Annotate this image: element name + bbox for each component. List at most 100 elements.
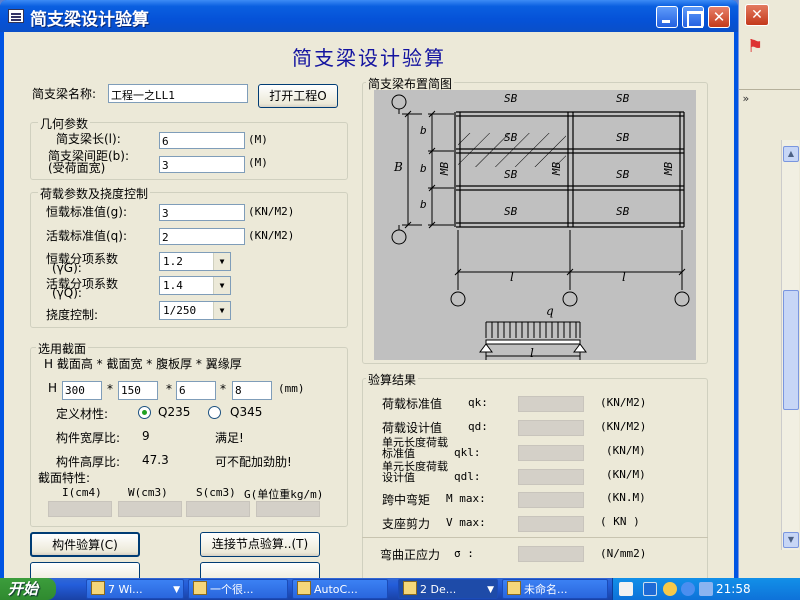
result-sym-mmax: M max:: [446, 492, 486, 505]
section-props-title: 截面特性:: [38, 471, 91, 485]
result-label-mmax: 跨中弯矩: [382, 493, 431, 507]
web-input[interactable]: 6: [176, 381, 216, 400]
chevron-down-icon[interactable]: ▼: [213, 277, 230, 294]
sb-label-2: SB: [616, 92, 630, 105]
b-dim-3: b: [420, 198, 427, 211]
width-input[interactable]: 150: [118, 381, 158, 400]
width-thickness-status: 满足!: [215, 431, 244, 445]
mb-label-3: MB: [662, 161, 676, 176]
chevron-down-icon: ▼: [487, 585, 494, 595]
result-sym-qkl: qkl:: [454, 446, 481, 459]
scroll-thumb[interactable]: [783, 290, 799, 410]
chevron-down-icon[interactable]: ▼: [213, 253, 230, 270]
beam-name-input[interactable]: 工程一之LL1: [108, 84, 248, 103]
result-output-vmax: [518, 516, 584, 532]
scroll-down-icon[interactable]: ▼: [783, 532, 799, 548]
folder-icon: [91, 581, 105, 595]
extra-button-1[interactable]: [30, 562, 140, 578]
span-unit: (M): [248, 133, 268, 146]
height-input[interactable]: 300: [62, 381, 102, 400]
b-dim-2: b: [420, 162, 427, 175]
b-dim-1: b: [420, 124, 427, 137]
task-item-3[interactable]: AutoC...: [292, 579, 388, 599]
system-tray: [612, 578, 800, 600]
task-item-5[interactable]: 未命名...: [502, 579, 608, 599]
title-bar[interactable]: 简支梁设计验算: [0, 0, 738, 32]
background-scrollbar[interactable]: ▲ ▼: [781, 140, 799, 550]
deflection-label: 挠度控制:: [46, 308, 99, 322]
flange-input[interactable]: 8: [232, 381, 272, 400]
prop-s-output: [186, 501, 250, 517]
result-output-mmax: [518, 492, 584, 508]
task-item-1[interactable]: 7 Wi... ▼: [86, 579, 184, 599]
maximize-button[interactable]: [682, 6, 704, 28]
background-toolbar: [739, 62, 800, 90]
member-check-button[interactable]: 构件验算(C): [30, 532, 140, 557]
dead-load-unit: (KN/M2): [248, 205, 295, 218]
sb-label-5: SB: [504, 168, 518, 181]
start-button[interactable]: 开始: [0, 578, 56, 600]
result-output-qd: [518, 420, 584, 436]
joint-check-button[interactable]: 连接节点验算..(T): [200, 532, 320, 557]
dead-load-input[interactable]: 3: [159, 204, 245, 221]
paint-icon: [507, 581, 521, 595]
live-load-input[interactable]: 2: [159, 228, 245, 245]
prop-g-label: G(单位重kg/m): [244, 488, 324, 501]
background-close-button[interactable]: ✕: [745, 4, 769, 26]
chevron-down-icon[interactable]: ▼: [213, 302, 230, 319]
ime-icon[interactable]: [619, 582, 633, 596]
scroll-up-icon[interactable]: ▲: [783, 146, 799, 162]
section-unit: (mm): [278, 382, 305, 395]
q345-radio[interactable]: [208, 406, 221, 419]
extra-button-2[interactable]: [200, 562, 320, 578]
result-sym-qdl: qdl:: [454, 470, 481, 483]
prop-w-output: [118, 501, 182, 517]
result-sym-qd: qd:: [468, 420, 488, 433]
live-factor-value: 1.4: [163, 279, 183, 292]
dead-factor-value: 1.2: [163, 255, 183, 268]
loads-group-title: 荷载参数及挠度控制: [38, 185, 151, 202]
prop-i-output: [48, 501, 112, 517]
times-sign-2: *: [166, 382, 172, 396]
result-label-qdl: 单元长度荷载设计值: [382, 460, 448, 484]
span-label: 简支梁长(l):: [56, 132, 121, 146]
spacing-input[interactable]: 3: [159, 156, 245, 173]
sb-label-6: SB: [616, 168, 630, 181]
span-input[interactable]: 6: [159, 132, 245, 149]
q235-radio[interactable]: [138, 406, 151, 419]
q235-label: Q235: [158, 405, 191, 419]
close-button[interactable]: [708, 6, 730, 28]
q-load-label: q: [546, 304, 554, 318]
live-load-unit: (KN/M2): [248, 229, 295, 242]
task-label-3: AutoC...: [314, 583, 358, 596]
task-label-1: 7 Wi...: [108, 583, 143, 596]
back-icon[interactable]: [681, 582, 695, 596]
minimize-button[interactable]: [656, 6, 678, 28]
task-item-4[interactable]: 2 De... ▼: [398, 579, 498, 599]
results-group-title: 验算结果: [366, 371, 419, 388]
results-divider: [362, 537, 708, 538]
times-sign-3: *: [220, 382, 226, 396]
result-sym-vmax: V max:: [446, 516, 486, 529]
result-label-vmax: 支座剪力: [382, 517, 431, 531]
task-label-2: 一个很...: [210, 583, 254, 596]
open-project-button[interactable]: 打开工程O: [258, 84, 338, 108]
spacing-label-sub: (受荷面宽): [48, 161, 106, 175]
window-title: 简支梁设计验算: [30, 10, 149, 30]
prop-g-output: [256, 501, 320, 517]
task-item-2[interactable]: 一个很...: [188, 579, 288, 599]
clock[interactable]: 21:58: [716, 578, 751, 600]
network-icon[interactable]: [643, 582, 657, 596]
result-unit-qkl: (KN/M): [606, 444, 646, 457]
deflection-select[interactable]: 1/250 ▼: [159, 301, 231, 320]
chevron-down-icon: ▼: [173, 585, 180, 595]
section-formula: H 截面高 * 截面宽 * 腹板厚 * 翼缘厚: [44, 357, 242, 371]
sb-label-7: SB: [504, 205, 518, 218]
dead-factor-select[interactable]: 1.2 ▼: [159, 252, 231, 271]
sb-label-1: SB: [504, 92, 518, 105]
qq-icon[interactable]: [663, 582, 677, 596]
live-factor-select[interactable]: 1.4 ▼: [159, 276, 231, 295]
result-label-sigma: 弯曲正应力: [380, 548, 441, 562]
big-b-dim: B: [394, 160, 403, 174]
speaker-icon[interactable]: [699, 582, 713, 596]
